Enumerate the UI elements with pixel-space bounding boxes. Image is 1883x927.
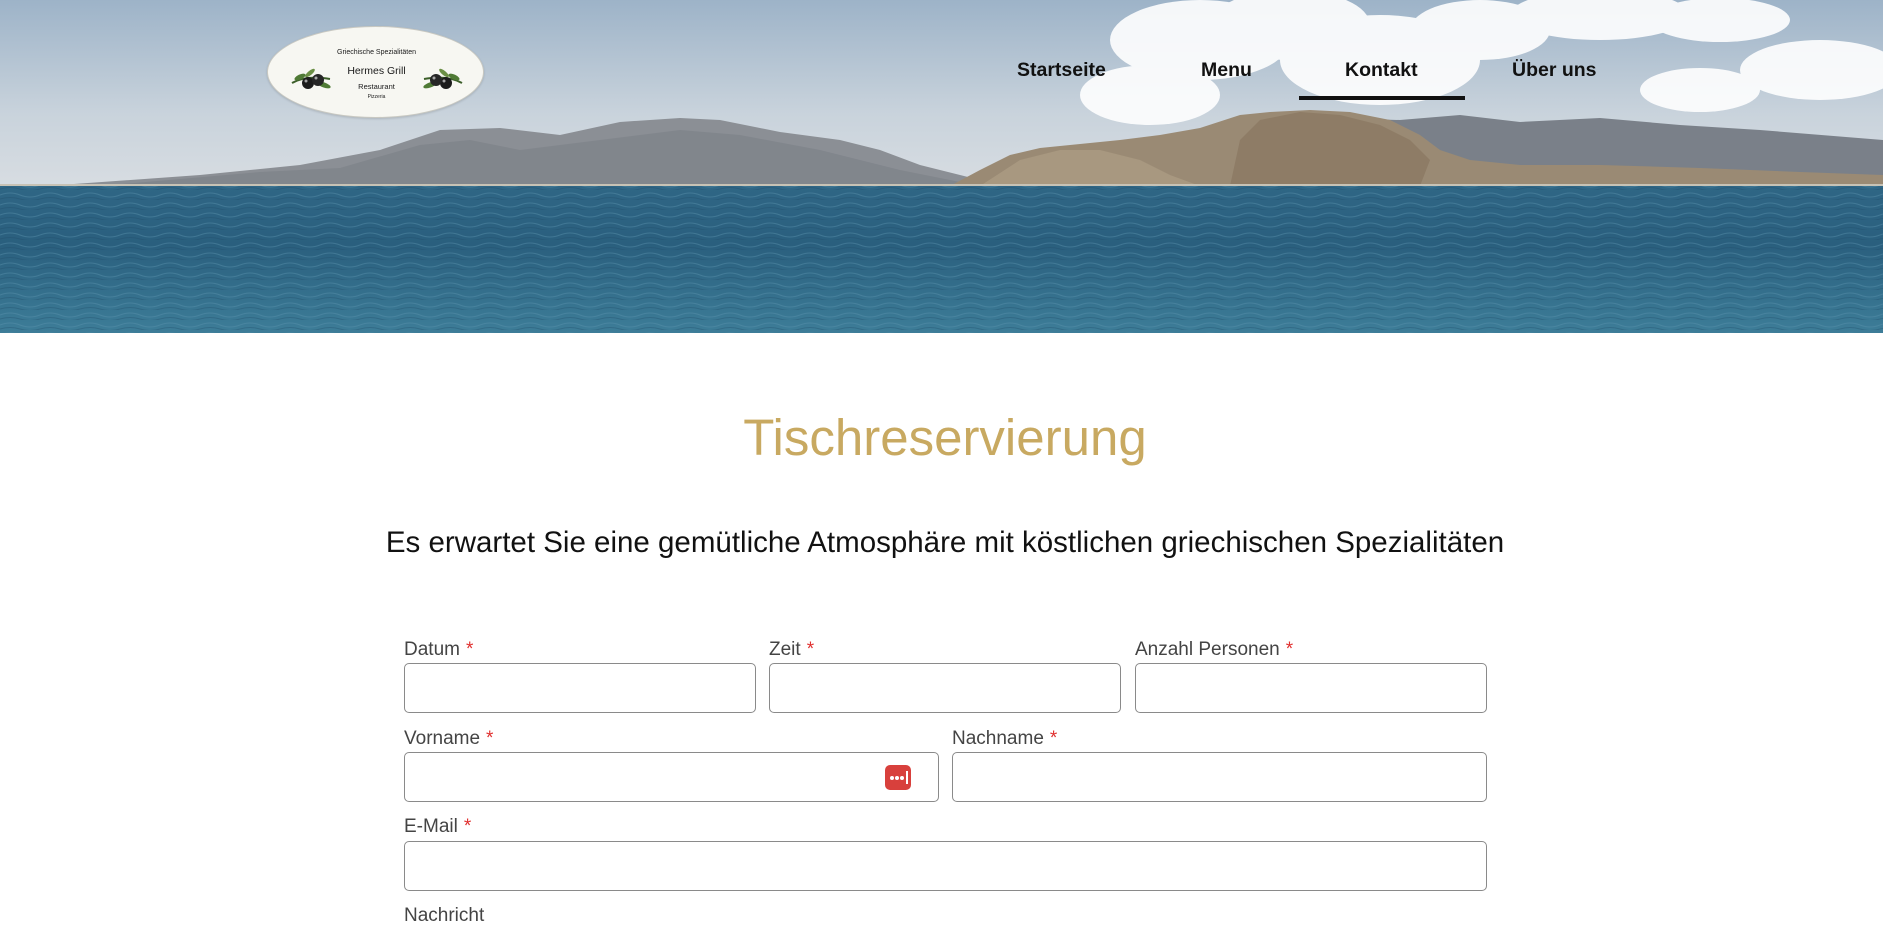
last-name-label: Nachname * xyxy=(952,728,1057,750)
nav-active-indicator xyxy=(1299,96,1465,100)
main-nav: Startseite Menu Kontakt Über uns xyxy=(0,0,1883,100)
date-label: Datum * xyxy=(404,639,473,661)
required-marker: * xyxy=(465,639,474,660)
date-input[interactable] xyxy=(404,663,756,713)
required-marker: * xyxy=(486,728,494,749)
required-marker: * xyxy=(1049,728,1058,749)
first-name-label-text: Vorname xyxy=(404,728,481,749)
required-marker: * xyxy=(463,816,472,837)
time-label-text: Zeit xyxy=(769,639,801,660)
page-subtitle: Es erwartet Sie eine gemütliche Atmosphä… xyxy=(385,526,1505,559)
persons-label-text: Anzahl Personen xyxy=(1135,639,1280,660)
time-label: Zeit * xyxy=(769,639,814,661)
required-marker: * xyxy=(1285,639,1294,660)
nav-item-startseite[interactable]: Startseite xyxy=(1017,59,1106,83)
password-manager-icon[interactable] xyxy=(885,765,911,790)
nav-item-kontakt[interactable]: Kontakt xyxy=(1345,59,1418,83)
first-name-label: Vorname * xyxy=(404,728,493,750)
required-marker: * xyxy=(806,639,815,660)
message-label-text: Nachricht xyxy=(404,905,485,926)
email-label-text: E-Mail xyxy=(404,816,458,837)
last-name-label-text: Nachname xyxy=(952,728,1044,749)
page-title: Tischreservierung xyxy=(743,409,1147,466)
email-label: E-Mail * xyxy=(404,816,471,838)
first-name-input[interactable] xyxy=(404,752,939,802)
hero-banner: Griechische Spezialitäten Hermes Grill R… xyxy=(0,0,1883,333)
last-name-input[interactable] xyxy=(952,752,1487,802)
email-input[interactable] xyxy=(404,841,1487,891)
date-label-text: Datum xyxy=(404,639,460,660)
nav-item-menu[interactable]: Menu xyxy=(1201,59,1252,83)
persons-label: Anzahl Personen * xyxy=(1135,639,1293,661)
time-input[interactable] xyxy=(769,663,1121,713)
nav-item-ueber-uns[interactable]: Über uns xyxy=(1512,59,1597,83)
persons-input[interactable] xyxy=(1135,663,1487,713)
